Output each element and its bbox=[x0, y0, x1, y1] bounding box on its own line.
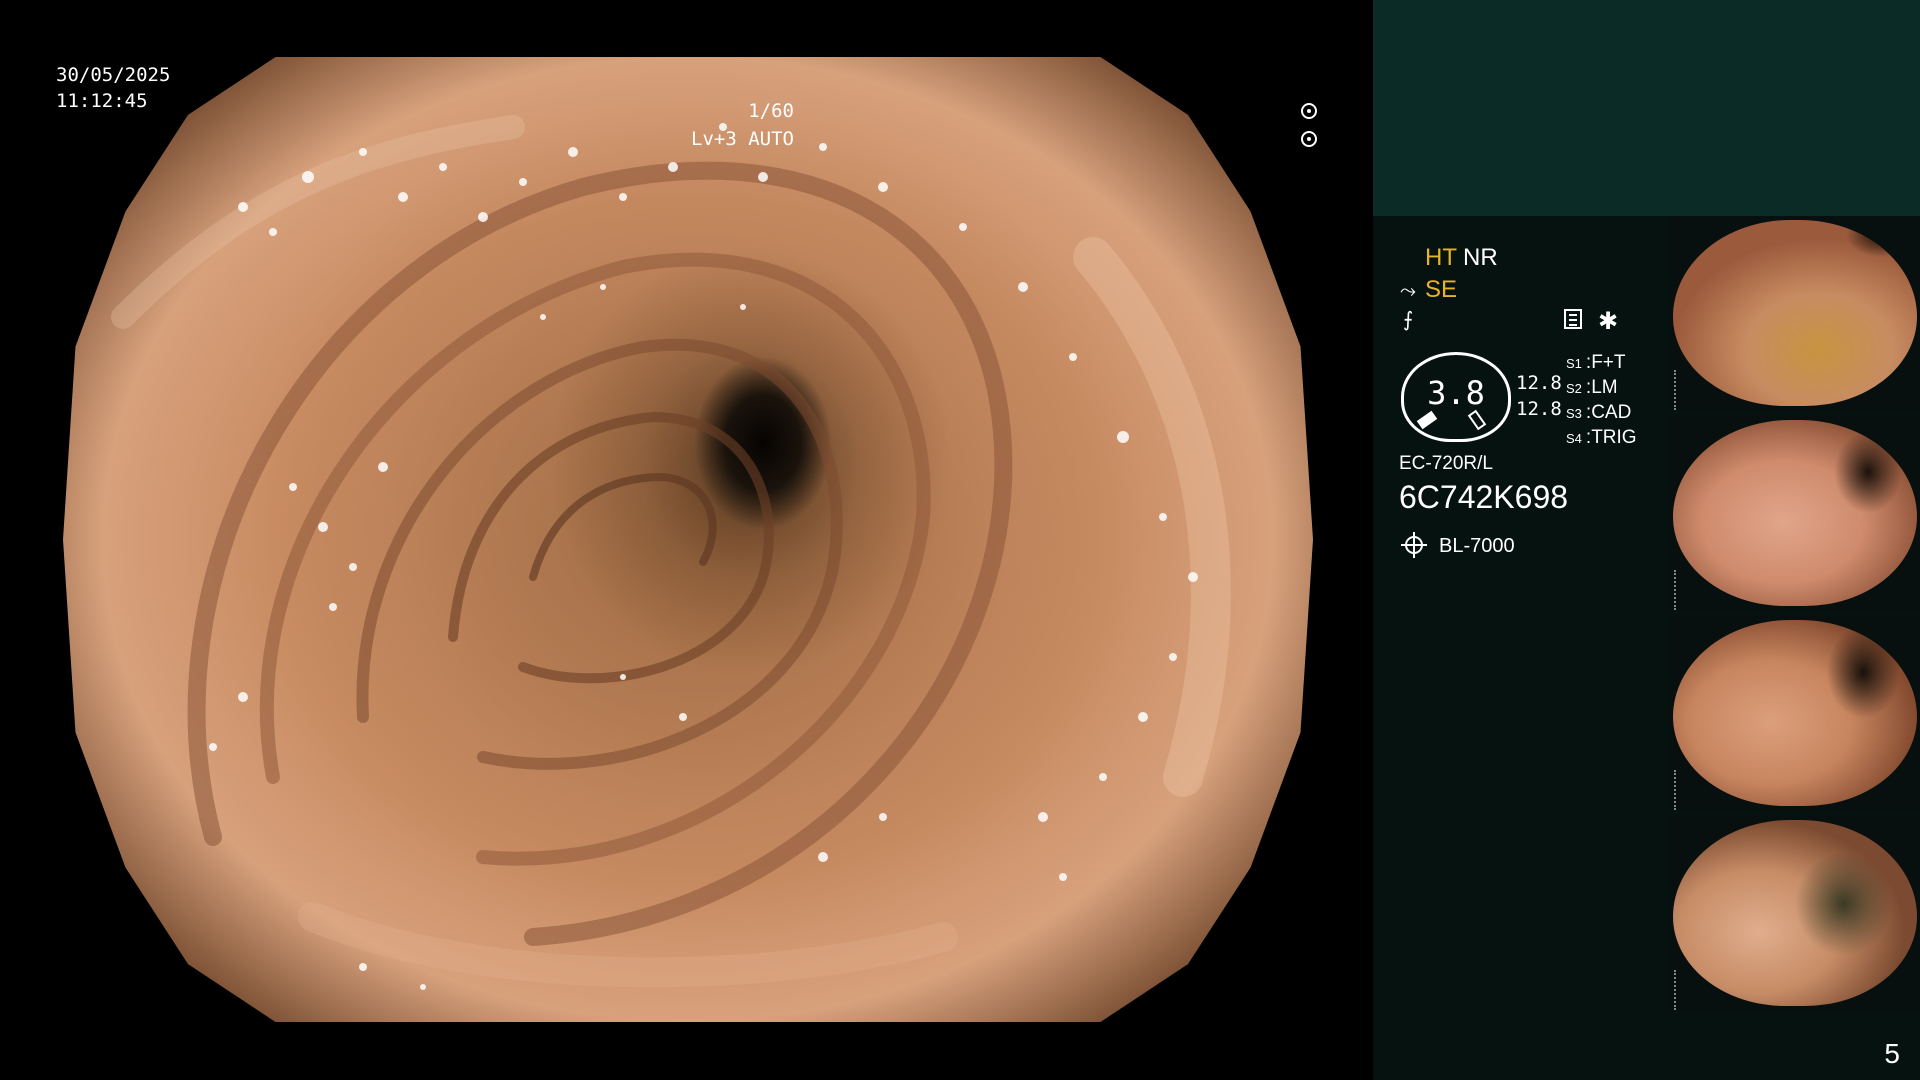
scope-model: EC-720R/L bbox=[1399, 453, 1493, 474]
colon-folds-drawing bbox=[111, 115, 1231, 990]
readout-1: 12.8 bbox=[1516, 372, 1562, 394]
ht-label: HT bbox=[1425, 244, 1457, 271]
thumbnail-strip bbox=[1670, 216, 1920, 1016]
thumbnail-2-picture bbox=[1673, 420, 1917, 606]
switch-s4-id: S4 bbox=[1566, 431, 1582, 446]
colon-endoscopic-image bbox=[63, 57, 1313, 1022]
switch-s3-id: S3 bbox=[1566, 406, 1582, 421]
asterisk-icon: ✱ bbox=[1598, 307, 1619, 335]
shutter-speed: 1/60 bbox=[748, 100, 794, 122]
iris-icon: ⨍ bbox=[1403, 307, 1414, 331]
thumbnail-1-picture bbox=[1673, 220, 1917, 406]
light-source-icon bbox=[1401, 532, 1427, 558]
shutter-mode-icon bbox=[1301, 103, 1317, 119]
scope-gauge: 3.8 bbox=[1401, 352, 1511, 442]
endoscopy-screen: 30/05/2025 11:12:45 1/60 Lv+3 AUTO HT NR… bbox=[0, 0, 1920, 1080]
nr-label: NR bbox=[1463, 244, 1498, 271]
thumbnail-image-1[interactable] bbox=[1670, 216, 1920, 412]
switch-s4: S4:TRIG bbox=[1566, 427, 1637, 448]
gauge-value: 3.8 bbox=[1427, 374, 1485, 412]
thumbnail-image-4[interactable] bbox=[1670, 816, 1920, 1012]
enhancement-icon: ⤳ bbox=[1400, 278, 1416, 302]
thumbnail-1-caption bbox=[1674, 370, 1682, 410]
gauge-channel-icon bbox=[1467, 409, 1487, 431]
page-number: 5 bbox=[1884, 1038, 1900, 1069]
light-source-label: BL-7000 bbox=[1439, 535, 1515, 557]
switch-s1: S1:F+T bbox=[1566, 352, 1626, 373]
settings-panel: HT NR ⤳ SE ⨍ ✱ 3.8 12.8 12.8 S1:F+T S2:L… bbox=[1373, 216, 1666, 1080]
endoscope-view: 30/05/2025 11:12:45 1/60 Lv+3 AUTO bbox=[0, 0, 1372, 1080]
switch-s1-label: F+T bbox=[1591, 352, 1626, 373]
thumbnail-image-2[interactable] bbox=[1670, 416, 1920, 612]
switch-s2-id: S2 bbox=[1566, 381, 1582, 396]
switch-s2-label: LM bbox=[1591, 377, 1618, 398]
brightness-level: Lv+3 AUTO bbox=[691, 128, 794, 150]
thumbnail-3-picture bbox=[1673, 620, 1917, 806]
info-panel: HT NR ⤳ SE ⨍ ✱ 3.8 12.8 12.8 S1:F+T S2:L… bbox=[1373, 0, 1920, 1080]
thumbnail-2-caption bbox=[1674, 570, 1682, 610]
scope-serial: 6C742K698 bbox=[1399, 479, 1569, 515]
readout-2: 12.8 bbox=[1516, 398, 1562, 420]
gauge-lamp-icon bbox=[1416, 410, 1438, 430]
capture-date: 30/05/2025 bbox=[56, 64, 171, 86]
switch-s4-label: TRIG bbox=[1591, 427, 1637, 448]
thumbnail-3-caption bbox=[1674, 770, 1682, 810]
se-label: SE bbox=[1425, 276, 1458, 303]
switch-s1-id: S1 bbox=[1566, 356, 1582, 371]
switch-s3: S3:CAD bbox=[1566, 402, 1632, 423]
capture-time: 11:12:45 bbox=[56, 90, 148, 112]
scan-icon bbox=[1564, 309, 1582, 329]
thumbnail-image-3[interactable] bbox=[1670, 616, 1920, 812]
panel-header bbox=[1373, 0, 1920, 216]
switch-s2: S2:LM bbox=[1566, 377, 1618, 398]
thumbnail-4-caption bbox=[1674, 970, 1682, 1010]
thumbnail-4-picture bbox=[1673, 820, 1917, 1006]
switch-s3-label: CAD bbox=[1591, 402, 1632, 423]
auto-iris-icon bbox=[1301, 131, 1317, 147]
